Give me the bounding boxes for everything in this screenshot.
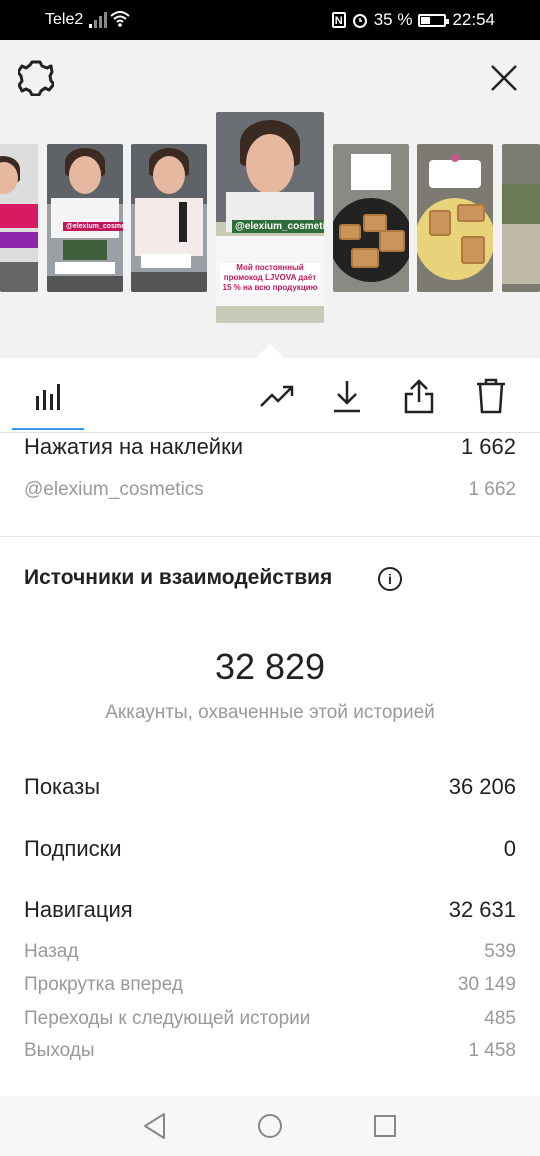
selected-story-caption: Мой постоянный промокод LJVOVA даёт 15 %… bbox=[220, 263, 320, 293]
battery-percent: 35 % bbox=[373, 10, 413, 29]
signal-icon bbox=[89, 12, 107, 28]
section-divider bbox=[0, 536, 540, 537]
nav-item-label: Выходы bbox=[24, 1040, 95, 1061]
back-icon[interactable] bbox=[142, 1112, 168, 1140]
nav-item-value: 485 bbox=[484, 1008, 516, 1029]
clock: 22:54 bbox=[452, 10, 495, 29]
settings-button[interactable] bbox=[14, 56, 58, 100]
impressions-row: Показы 36 206 bbox=[24, 774, 516, 800]
impressions-value: 36 206 bbox=[448, 774, 516, 799]
gear-icon bbox=[18, 60, 54, 96]
status-bar: Tele2 N 35 % 22:54 bbox=[0, 0, 540, 40]
nav-item-label: Назад bbox=[24, 941, 79, 962]
tab-promote[interactable] bbox=[252, 368, 302, 424]
sticker-taps-value: 1 662 bbox=[460, 434, 516, 459]
active-tab-indicator bbox=[12, 428, 84, 430]
sticker-item-label: @elexium_cosmetics bbox=[24, 479, 204, 500]
follows-row: Подписки 0 bbox=[24, 836, 516, 862]
recents-icon[interactable] bbox=[373, 1114, 397, 1138]
nav-item-value: 539 bbox=[484, 941, 516, 962]
system-nav-bar bbox=[0, 1096, 540, 1156]
story-toolbar bbox=[0, 358, 540, 433]
section-title: Источники и взаимодействия bbox=[24, 566, 333, 589]
story-thumb-tag: @elexium_cosmetics bbox=[63, 222, 123, 231]
trash-icon bbox=[477, 378, 505, 414]
navigation-back-row: Назад 539 bbox=[24, 941, 516, 963]
share-icon bbox=[404, 379, 434, 414]
story-thumb[interactable] bbox=[502, 144, 540, 292]
reach-value: 32 829 bbox=[214, 646, 326, 687]
nav-item-value: 1 458 bbox=[468, 1040, 516, 1061]
delete-button[interactable] bbox=[466, 368, 516, 424]
nav-item-value: 30 149 bbox=[457, 974, 516, 995]
sticker-item-value: 1 662 bbox=[468, 479, 516, 500]
share-button[interactable] bbox=[394, 368, 444, 424]
sticker-item-row[interactable]: @elexium_cosmetics 1 662 bbox=[24, 479, 516, 501]
nav-item-label: Прокрутка вперед bbox=[24, 974, 183, 995]
navigation-row: Навигация 32 631 bbox=[24, 897, 516, 923]
battery-icon bbox=[418, 13, 450, 27]
close-icon bbox=[491, 65, 517, 91]
wifi-icon bbox=[110, 11, 130, 27]
story-thumb[interactable] bbox=[333, 144, 409, 292]
selected-story-tag: @elexium_cosmetics bbox=[232, 220, 324, 233]
navigation-forward-row: Прокрутка вперед 30 149 bbox=[24, 974, 516, 996]
nfc-icon: N bbox=[331, 12, 346, 28]
story-thumb[interactable]: @elexium_cosmetics bbox=[47, 144, 123, 292]
selected-pointer bbox=[256, 344, 284, 358]
bar-chart-icon bbox=[36, 384, 60, 410]
follows-value: 0 bbox=[503, 836, 516, 861]
status-right: N 35 % 22:54 bbox=[331, 10, 495, 30]
follows-label: Подписки bbox=[24, 836, 122, 861]
nav-item-label: Переходы к следующей истории bbox=[24, 1008, 311, 1029]
sticker-taps-label: Нажатия на наклейки bbox=[24, 434, 244, 459]
sticker-taps-row: Нажатия на наклейки 1 662 bbox=[24, 434, 516, 460]
carrier-label: Tele2 bbox=[45, 11, 84, 28]
navigation-label: Навигация bbox=[24, 897, 133, 922]
tab-insights[interactable] bbox=[12, 368, 84, 424]
navigation-value: 32 631 bbox=[448, 897, 516, 922]
navigation-next-story-row: Переходы к следующей истории 485 bbox=[24, 1008, 516, 1030]
navigation-exits-row: Выходы 1 458 bbox=[24, 1040, 516, 1062]
stories-header: @elexium_cosmetics @elexium_cosmetics Мо… bbox=[0, 40, 540, 358]
alarm-icon bbox=[352, 14, 367, 28]
impressions-label: Показы bbox=[24, 774, 101, 799]
close-button[interactable] bbox=[482, 56, 526, 100]
info-icon[interactable]: i bbox=[378, 567, 402, 591]
story-thumb[interactable] bbox=[0, 144, 38, 292]
trending-icon bbox=[260, 385, 294, 407]
selected-story-thumb[interactable]: @elexium_cosmetics Мой постоянный промок… bbox=[216, 112, 324, 323]
story-thumb[interactable] bbox=[131, 144, 207, 292]
reach-label: Аккаунты, охваченные этой историей bbox=[105, 702, 435, 723]
download-icon bbox=[334, 381, 360, 413]
story-thumb[interactable] bbox=[417, 144, 493, 292]
download-button[interactable] bbox=[322, 368, 372, 424]
home-icon[interactable] bbox=[257, 1113, 283, 1139]
